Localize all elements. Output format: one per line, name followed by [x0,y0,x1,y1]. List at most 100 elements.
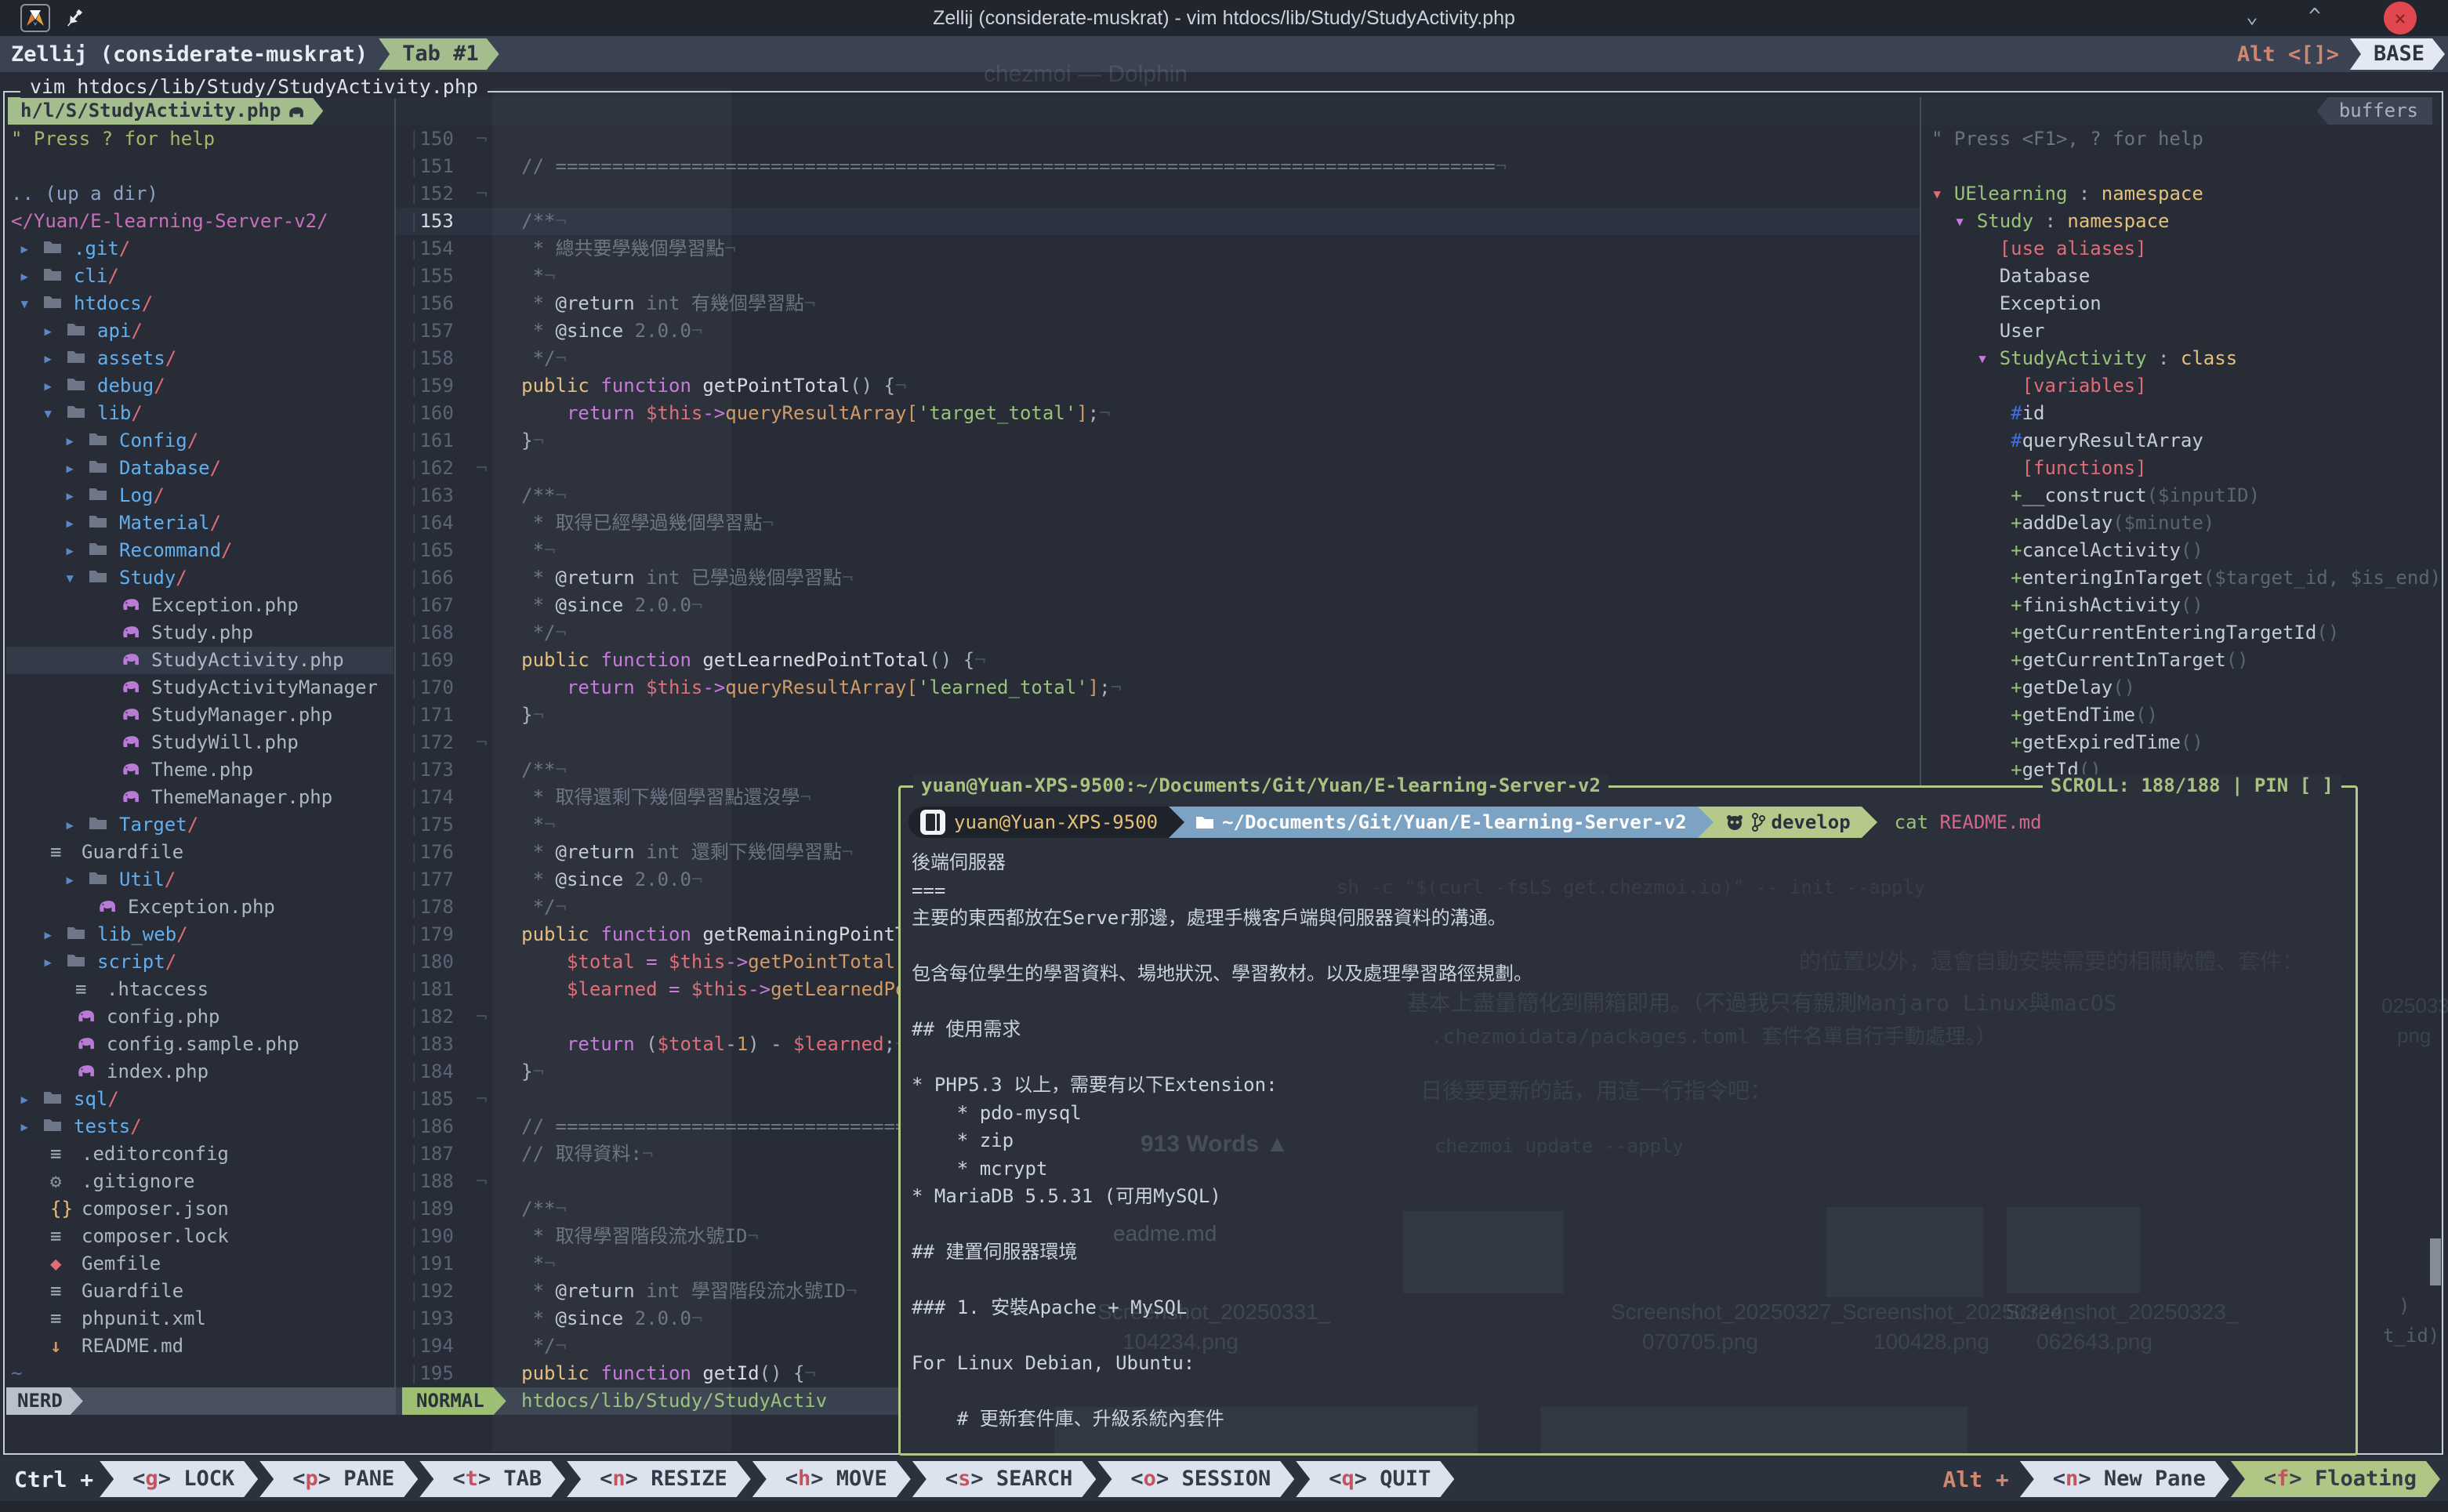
tag-row-19[interactable]: +getCurrentInTarget() [1922,647,2443,674]
tree-item-README.md[interactable]: ↓README.md [6,1333,393,1360]
code-line-172[interactable]: |172 ¬ [396,729,1920,756]
code-line-167[interactable]: |167 * @since 2.0.0¬ [396,592,1920,619]
tree-item-StudyActivity.php[interactable]: StudyActivity.php [6,647,393,674]
tree-item-StudyWill.php[interactable]: StudyWill.php [6,729,393,756]
tree-item-config.php[interactable]: config.php [6,1003,393,1031]
tag-row-21[interactable]: +getEndTime() [1922,702,2443,729]
tree-item-Theme.php[interactable]: Theme.php [6,756,393,784]
tree-item-StudyActivityManager[interactable]: StudyActivityManager [6,674,393,702]
tree-item-ThemeManager.php[interactable]: ThemeManager.php [6,784,393,811]
tree-item-..upadir[interactable]: .. (up a dir) [6,180,393,208]
tree-item-config.sample.php[interactable]: config.sample.php [6,1031,393,1058]
tree-item[interactable] [6,153,393,180]
tree-item-debug[interactable]: ▸debug/ [6,372,393,400]
tree-item-composer.lock[interactable]: ≡composer.lock [6,1223,393,1250]
tree-item-Guardfile[interactable]: ≡Guardfile [6,839,393,866]
tree-item-Study[interactable]: ▾Study/ [6,564,393,592]
tree-item-Recommand[interactable]: ▸Recommand/ [6,537,393,564]
tree-item-index.php[interactable]: index.php [6,1058,393,1086]
tag-row-0[interactable]: " Press <F1>, ? for help [1922,125,2443,153]
prompt-command[interactable]: cat README.md [1895,811,2042,833]
tag-row-8[interactable]: ▾ StudyActivity : class [1922,345,2443,372]
tag-row-3[interactable]: ▾ Study : namespace [1922,208,2443,235]
tag-row-15[interactable]: +cancelActivity() [1922,537,2443,564]
tag-row-16[interactable]: +enteringInTarget($target_id, $is_end) [1922,564,2443,592]
tag-row-14[interactable]: +addDelay($minute) [1922,509,2443,537]
tree-item-Util[interactable]: ▸Util/ [6,866,393,894]
tree-item-Gemfile[interactable]: ◆Gemfile [6,1250,393,1278]
tag-row-4[interactable]: [use aliases] [1922,235,2443,263]
code-line-155[interactable]: |155 *¬ [396,263,1920,290]
code-line-150[interactable]: |150 ¬ [396,125,1920,153]
tree-item-sql[interactable]: ▸sql/ [6,1086,393,1113]
tree-item-.htaccess[interactable]: ≡.htaccess [6,976,393,1003]
tree-item-lib[interactable]: ▾lib/ [6,400,393,427]
pin-icon[interactable] [63,6,86,33]
tree-item-StudyManager.php[interactable]: StudyManager.php [6,702,393,729]
tab-1[interactable]: Tab #1 [379,38,499,70]
tag-row-1[interactable] [1922,153,2443,180]
code-line-153[interactable]: |153 /**¬ [396,208,1920,235]
code-line-166[interactable]: |166 * @return int 已學過幾個學習點¬ [396,564,1920,592]
tag-row-10[interactable]: #id [1922,400,2443,427]
tag-row-11[interactable]: #queryResultArray [1922,427,2443,455]
tree-item-script[interactable]: ▸script/ [6,948,393,976]
buffers-tab[interactable]: buffers [2317,97,2432,125]
code-line-151[interactable]: |151 // ================================… [396,153,1920,180]
code-line-156[interactable]: |156 * @return int 有幾個學習點¬ [396,290,1920,317]
tag-row-18[interactable]: +getCurrentEnteringTargetId() [1922,619,2443,647]
tree-item-Target[interactable]: ▸Target/ [6,811,393,839]
tag-row-22[interactable]: +getExpiredTime() [1922,729,2443,756]
minimize-button[interactable]: ⌄ [2236,5,2268,28]
code-line-161[interactable]: |161 }¬ [396,427,1920,455]
tree-item-phpunit.xml[interactable]: ≡phpunit.xml [6,1305,393,1333]
code-line-170[interactable]: |170 return $this->queryResultArray['lea… [396,674,1920,702]
tag-row-2[interactable]: ▾ UElearning : namespace [1922,180,2443,208]
code-line-157[interactable]: |157 * @since 2.0.0¬ [396,317,1920,345]
code-line-162[interactable]: |162 ¬ [396,455,1920,482]
active-buffer-tab[interactable]: h/l/S/StudyActivity.php [8,97,323,125]
tree-item-Log[interactable]: ▸Log/ [6,482,393,509]
tree-item-Exception.php[interactable]: Exception.php [6,592,393,619]
code-line-171[interactable]: |171 }¬ [396,702,1920,729]
tree-item-[interactable]: ~ [6,1360,393,1387]
tree-item-Study.php[interactable]: Study.php [6,619,393,647]
floating-terminal-pane[interactable]: yuan@Yuan-XPS-9500:~/Documents/Git/Yuan/… [898,785,2358,1456]
tag-row-6[interactable]: Exception [1922,290,2443,317]
tree-item-.git[interactable]: ▸.git/ [6,235,393,263]
tree-item-Pressforhelp[interactable]: " Press ? for help [6,125,393,153]
tree-item-YuanE-learning-Server-v2[interactable]: </Yuan/E-learning-Server-v2/ [6,208,393,235]
tag-row-7[interactable]: User [1922,317,2443,345]
tag-row-9[interactable]: [variables] [1922,372,2443,400]
code-line-160[interactable]: |160 return $this->queryResultArray['tar… [396,400,1920,427]
tree-item-composer.json[interactable]: {}composer.json [6,1195,393,1223]
tree-item-Material[interactable]: ▸Material/ [6,509,393,537]
tree-item-cli[interactable]: ▸cli/ [6,263,393,290]
code-line-168[interactable]: |168 */¬ [396,619,1920,647]
tree-item-assets[interactable]: ▸assets/ [6,345,393,372]
tag-row-20[interactable]: +getDelay() [1922,674,2443,702]
tree-item-.gitignore[interactable]: ⚙.gitignore [6,1168,393,1195]
maximize-button[interactable]: ^ [2299,5,2330,28]
tree-item-Exception.php[interactable]: Exception.php [6,894,393,921]
code-line-152[interactable]: |152 ¬ [396,180,1920,208]
tree-item-api[interactable]: ▸api/ [6,317,393,345]
tag-row-5[interactable]: Database [1922,263,2443,290]
code-line-165[interactable]: |165 *¬ [396,537,1920,564]
code-line-163[interactable]: |163 /**¬ [396,482,1920,509]
tree-item-Guardfile[interactable]: ≡Guardfile [6,1278,393,1305]
tag-row-12[interactable]: [functions] [1922,455,2443,482]
code-line-154[interactable]: |154 * 總共要學幾個學習點¬ [396,235,1920,263]
code-line-169[interactable]: |169 public function getLearnedPointTota… [396,647,1920,674]
tag-row-17[interactable]: +finishActivity() [1922,592,2443,619]
tag-row-13[interactable]: +__construct($inputID) [1922,482,2443,509]
close-button[interactable]: ✕ [2384,2,2417,34]
tree-item-Database[interactable]: ▸Database/ [6,455,393,482]
tree-item-tests[interactable]: ▸tests/ [6,1113,393,1140]
code-line-158[interactable]: |158 */¬ [396,345,1920,372]
tree-item-Config[interactable]: ▸Config/ [6,427,393,455]
tree-item-htdocs[interactable]: ▾htdocs/ [6,290,393,317]
tree-item-lib_web[interactable]: ▸lib_web/ [6,921,393,948]
tree-item-.editorconfig[interactable]: ≡.editorconfig [6,1140,393,1168]
code-line-159[interactable]: |159 public function getPointTotal() {¬ [396,372,1920,400]
